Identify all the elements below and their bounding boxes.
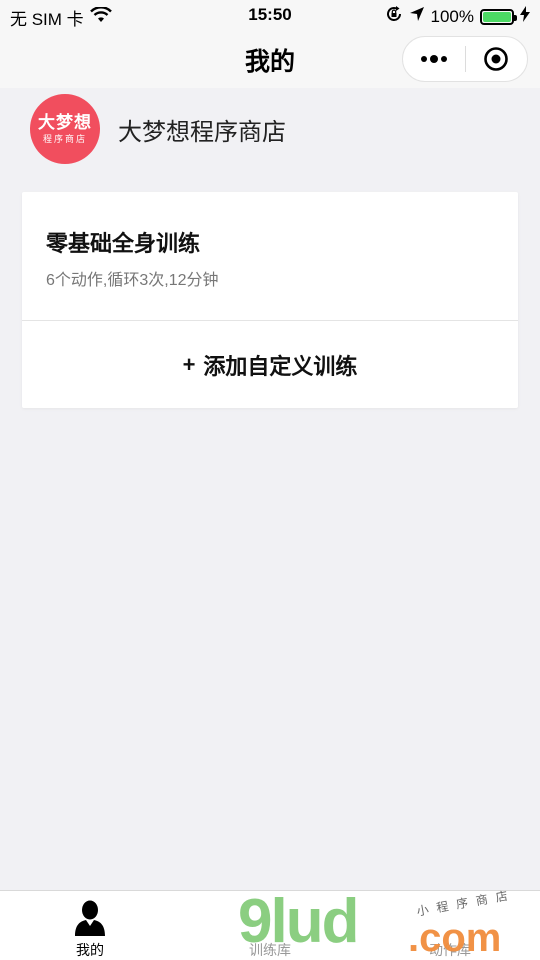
status-left: 无 SIM 卡 <box>10 5 112 30</box>
status-right: 100% <box>385 5 530 28</box>
avatar: 大梦想 程序商店 <box>30 94 100 164</box>
carrier-label: 无 SIM 卡 <box>10 10 84 29</box>
target-close-icon <box>484 47 509 71</box>
person-icon <box>74 899 106 936</box>
tab-training-library[interactable]: 训练库 <box>180 891 360 960</box>
tab-label-training-library: 训练库 <box>249 942 291 958</box>
battery-icon <box>480 8 517 25</box>
avatar-logo-main: 大梦想 <box>38 113 92 132</box>
plus-icon: + <box>182 351 196 377</box>
profile-name: 大梦想程序商店 <box>118 118 286 146</box>
battery-fill <box>483 11 511 22</box>
add-custom-training-button[interactable]: + 添加自定义训练 <box>22 321 518 408</box>
wifi-icon <box>89 6 112 28</box>
nav-bar: 我的 <box>0 32 540 88</box>
tab-label-action-library: 动作库 <box>429 942 471 958</box>
tab-action-library[interactable]: 动作库 <box>360 891 540 960</box>
more-dots-icon <box>420 55 447 63</box>
add-button-label: 添加自定义训练 <box>203 353 358 379</box>
avatar-logo-sub: 程序商店 <box>42 134 87 144</box>
close-mini-program-button[interactable] <box>466 37 528 81</box>
tab-mine[interactable]: 我的 <box>0 891 180 960</box>
mini-program-capsule <box>402 36 528 82</box>
training-plan-item[interactable]: 零基础全身训练 6个动作,循环3次,12分钟 <box>22 192 518 321</box>
plan-description: 6个动作,循环3次,12分钟 <box>46 272 219 289</box>
status-bar: 无 SIM 卡 15:50 100% <box>0 0 540 32</box>
more-button[interactable] <box>403 37 465 81</box>
battery-percent: 100% <box>430 6 474 26</box>
tab-label-mine: 我的 <box>76 942 104 958</box>
plan-title: 零基础全身训练 <box>46 231 201 256</box>
charging-bolt-icon <box>520 6 530 27</box>
location-arrow-icon <box>409 6 425 27</box>
rotation-lock-icon <box>385 5 403 28</box>
profile-header: 大梦想 程序商店 大梦想程序商店 <box>30 94 286 164</box>
training-card: 零基础全身训练 6个动作,循环3次,12分钟 + 添加自定义训练 <box>22 192 518 408</box>
tab-bar: 我的 训练库 动作库 <box>0 890 540 960</box>
